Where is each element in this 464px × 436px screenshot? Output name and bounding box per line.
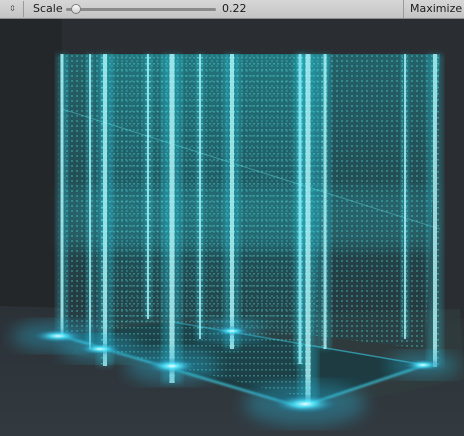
maximize-on-play-toggle[interactable]: Maximize O [403, 0, 464, 18]
stepper-arrows-icon[interactable]: ⇳ [2, 1, 24, 17]
game-viewport[interactable] [0, 19, 464, 436]
pillar-dots [303, 54, 313, 404]
floor-glow [214, 326, 250, 336]
scale-slider[interactable] [66, 4, 216, 14]
pillar-dots [87, 54, 93, 349]
pillar-dots [101, 54, 109, 366]
floor-glow [271, 394, 339, 414]
floor-glow [78, 343, 122, 355]
pillar-dots [197, 54, 203, 339]
pillar-dots [402, 54, 408, 339]
floor-glow [146, 358, 198, 374]
scale-slider-thumb[interactable] [70, 4, 81, 14]
scale-label: Scale [33, 2, 63, 15]
floor-glow [403, 359, 443, 371]
pillar-dots [431, 54, 439, 367]
pillar-dots [145, 54, 151, 319]
pillar-dots [58, 54, 66, 337]
hologram-scene [0, 19, 464, 436]
scale-value: 0.22 [222, 2, 247, 15]
pillar-dots [228, 54, 236, 349]
game-view-toolbar: ⇳ Scale 0.22 Maximize O [0, 0, 464, 19]
pillar-dots [167, 54, 177, 383]
pillar-dots [321, 54, 329, 349]
hologram-band [62, 189, 432, 249]
